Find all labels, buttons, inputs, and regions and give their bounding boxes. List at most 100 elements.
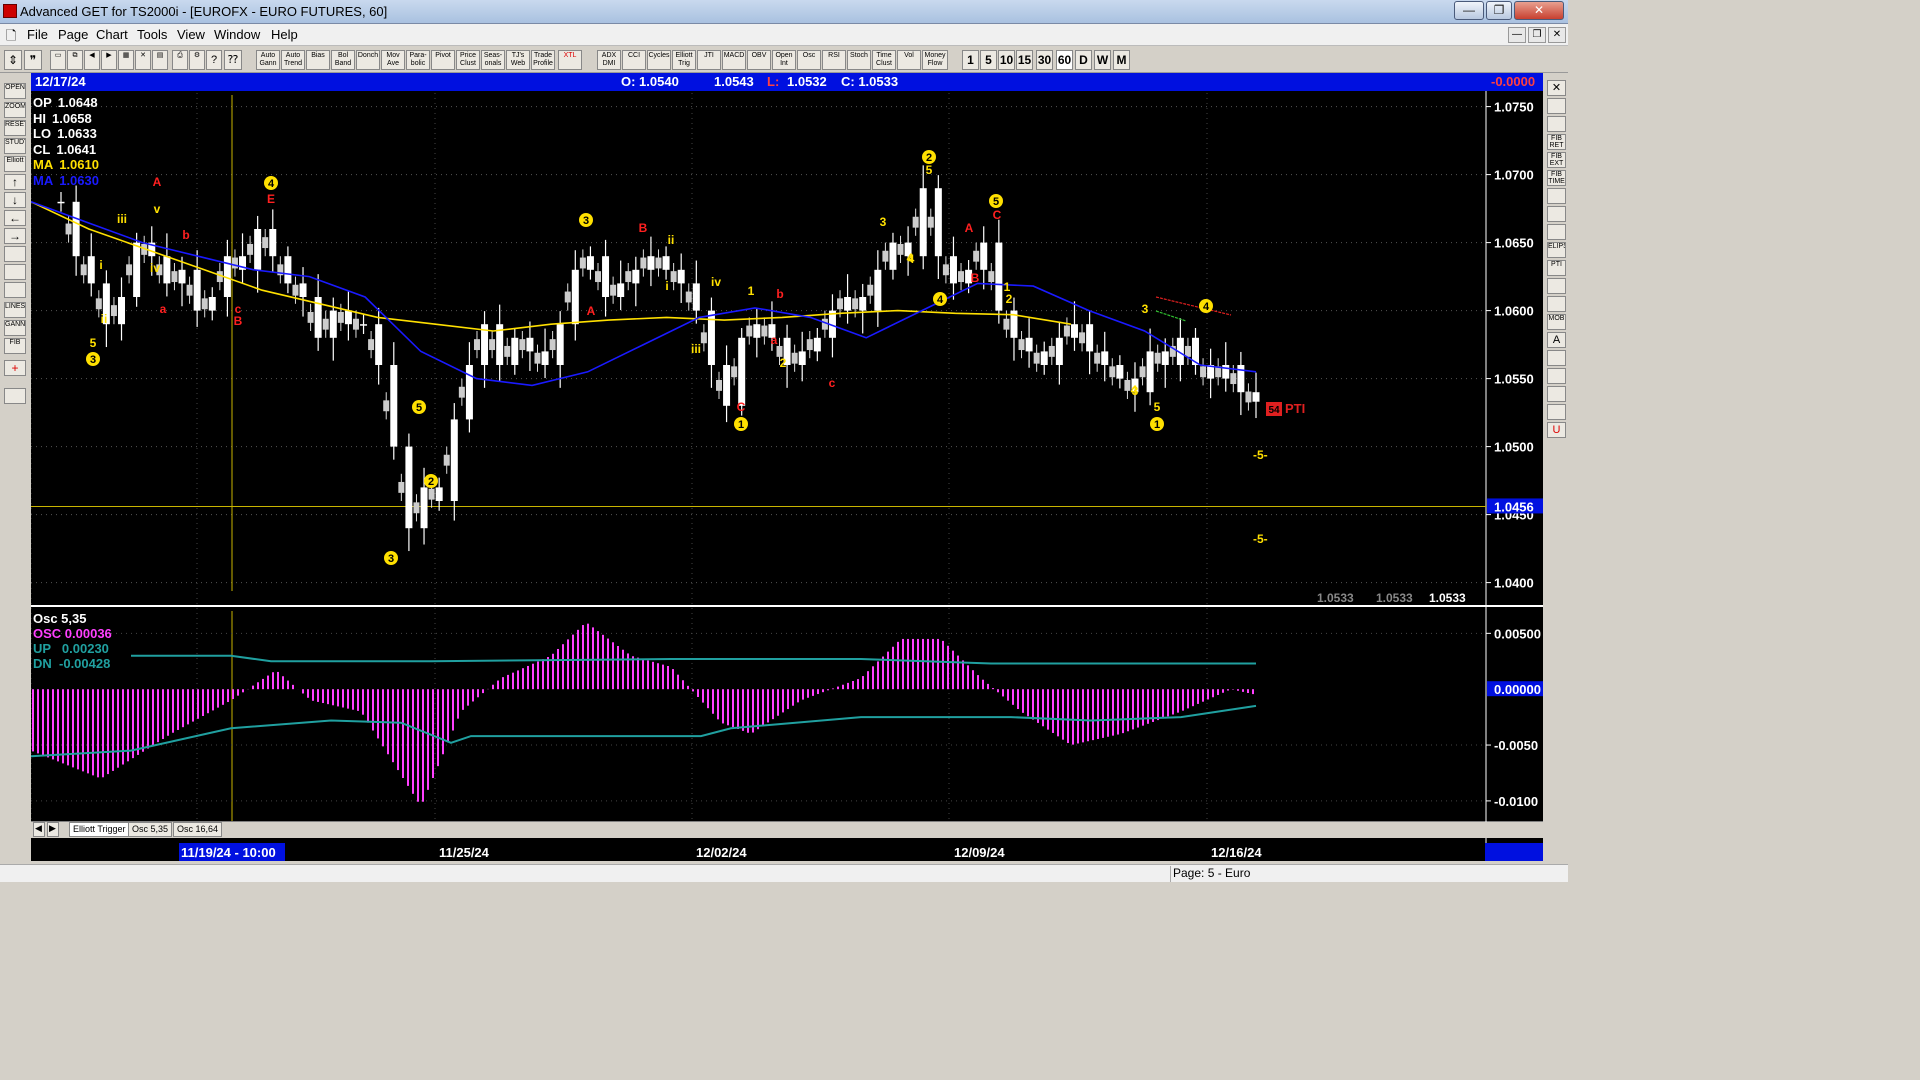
period-button[interactable]: 5 — [980, 50, 997, 70]
toolbar-study-button[interactable]: Para- bolic — [406, 50, 430, 70]
right-tool-button[interactable] — [1547, 278, 1566, 294]
right-tool-button[interactable]: ✕ — [1547, 80, 1566, 96]
toolbar-study-button[interactable]: MACD — [722, 50, 746, 70]
toolbar-study-button[interactable]: Mov Ave — [381, 50, 405, 70]
quote-icon[interactable]: ❞ — [24, 50, 42, 70]
left-tool-button[interactable]: ↑ — [4, 174, 26, 190]
toolbar-study-button[interactable]: JTI — [697, 50, 721, 70]
right-tool-button[interactable]: A — [1547, 332, 1566, 348]
toolbar-study-button[interactable]: Donch — [356, 50, 380, 70]
context-help-icon[interactable]: ⁇ — [224, 50, 242, 70]
menu-page[interactable]: Page — [58, 27, 88, 42]
toolbar-study-button[interactable]: XTL — [558, 50, 582, 70]
left-tool-button[interactable]: OPEN — [4, 83, 26, 99]
right-tool-button[interactable] — [1547, 98, 1566, 114]
period-button[interactable]: 1 — [962, 50, 979, 70]
tab-elliott-trigger[interactable]: Elliott Trigger — [69, 822, 130, 837]
mdi-minimize-button[interactable]: — — [1508, 27, 1526, 43]
period-button[interactable]: W — [1094, 50, 1111, 70]
left-tool-button[interactable]: STUDY — [4, 138, 26, 154]
right-tool-button[interactable]: U — [1547, 422, 1566, 438]
print-icon[interactable]: ⎙ — [172, 50, 188, 70]
right-tool-button[interactable]: FIB EXT — [1547, 152, 1566, 168]
left-tool-button[interactable] — [4, 282, 26, 298]
toolbar-study-button[interactable]: ADX DMI — [597, 50, 621, 70]
right-tool-button[interactable]: PTI — [1547, 260, 1566, 276]
date-scroll-thumb[interactable] — [1485, 843, 1543, 861]
menu-file[interactable]: File — [27, 27, 48, 42]
period-button[interactable]: D — [1075, 50, 1092, 70]
tab-scroll-right-icon[interactable]: ▶ — [47, 822, 59, 837]
menu-tools[interactable]: Tools — [137, 27, 167, 42]
toolbar-study-button[interactable]: OBV — [747, 50, 771, 70]
toolbar-study-button[interactable]: Osc — [797, 50, 821, 70]
period-button[interactable]: M — [1113, 50, 1130, 70]
period-button[interactable]: 60 — [1056, 50, 1073, 70]
left-tool-button[interactable]: FIB — [4, 338, 26, 354]
left-tool-button[interactable]: Elliott — [4, 156, 26, 172]
pointer-icon[interactable]: ⇕ — [4, 50, 22, 70]
toolbar-study-button[interactable]: Trade Profile — [531, 50, 555, 70]
minimize-button[interactable]: — — [1454, 1, 1484, 20]
price-chart[interactable]: 1.0750 1.0700 1.0650 1.0600 1.0550 1.0500 1.04… — [30, 73, 1543, 843]
tab-osc-16-64[interactable]: Osc 16,64 — [173, 822, 223, 837]
toolbar-study-button[interactable]: RSI — [822, 50, 846, 70]
settings-icon[interactable]: ⚙ — [189, 50, 205, 70]
right-tool-button[interactable]: FIB RET — [1547, 134, 1566, 150]
toolbar-study-button[interactable]: Auto Gann — [256, 50, 280, 70]
right-tool-button[interactable]: ELIPS — [1547, 242, 1566, 258]
help-icon[interactable]: ? — [206, 50, 222, 70]
toolbar-study-button[interactable]: Bol Band — [331, 50, 355, 70]
mdi-restore-button[interactable]: ❐ — [1528, 27, 1546, 43]
delete-icon[interactable]: ✕ — [135, 50, 151, 70]
menu-chart[interactable]: Chart — [96, 27, 128, 42]
toolbar-study-button[interactable]: Bias — [306, 50, 330, 70]
right-tool-button[interactable] — [1547, 116, 1566, 132]
left-tool-button[interactable]: ← — [4, 210, 26, 226]
period-button[interactable]: 10 — [998, 50, 1015, 70]
left-tool-button[interactable] — [4, 264, 26, 280]
left-tool-button[interactable]: GANN — [4, 320, 26, 336]
toolbar-study-button[interactable]: Elliott Trig — [672, 50, 696, 70]
left-tool-button[interactable]: ZOOM — [4, 102, 26, 118]
right-tool-button[interactable]: FIB TIME — [1547, 170, 1566, 186]
menu-help[interactable]: Help — [271, 27, 298, 42]
copy-icon[interactable]: ⧉ — [67, 50, 83, 70]
left-tool-button[interactable]: LINES — [4, 302, 26, 318]
layout-icon[interactable]: ▤ — [152, 50, 168, 70]
right-tool-button[interactable] — [1547, 368, 1566, 384]
right-tool-button[interactable] — [1547, 350, 1566, 366]
left-tool-button[interactable]: + — [4, 360, 26, 376]
mdi-close-button[interactable]: ✕ — [1548, 27, 1566, 43]
toolbar-study-button[interactable]: Vol — [897, 50, 921, 70]
scroll-right-icon[interactable]: ▶ — [101, 50, 117, 70]
period-button[interactable]: 30 — [1036, 50, 1053, 70]
left-tool-button[interactable]: RESET — [4, 120, 26, 136]
right-tool-button[interactable] — [1547, 224, 1566, 240]
toolbar-study-button[interactable]: Pivot — [431, 50, 455, 70]
period-button[interactable]: 15 — [1016, 50, 1033, 70]
toolbar-study-button[interactable]: CCI — [622, 50, 646, 70]
toolbar-study-button[interactable]: Price Clust — [456, 50, 480, 70]
right-tool-button[interactable] — [1547, 206, 1566, 222]
toolbar-study-button[interactable]: Seas- onals — [481, 50, 505, 70]
maximize-button[interactable]: ❐ — [1486, 1, 1512, 20]
toolbar-study-button[interactable]: Cycles — [647, 50, 671, 70]
right-tool-button[interactable]: MOB — [1547, 314, 1566, 330]
toolbar-study-button[interactable]: Open Int — [772, 50, 796, 70]
left-tool-button[interactable]: → — [4, 228, 26, 244]
toolbar-study-button[interactable]: Stoch — [847, 50, 871, 70]
left-tool-button[interactable]: ↓ — [4, 192, 26, 208]
toolbar-study-button[interactable]: TJ's Web — [506, 50, 530, 70]
menu-view[interactable]: View — [177, 27, 205, 42]
close-button[interactable]: ✕ — [1514, 1, 1564, 20]
tab-osc-5-35[interactable]: Osc 5,35 — [128, 822, 173, 837]
right-tool-button[interactable] — [1547, 296, 1566, 312]
chart-area[interactable]: 1.0750 1.0700 1.0650 1.0600 1.0550 1.0500 1.04… — [30, 73, 1543, 843]
right-tool-button[interactable] — [1547, 188, 1566, 204]
right-tool-button[interactable] — [1547, 404, 1566, 420]
new-icon[interactable]: ▭ — [50, 50, 66, 70]
toolbar-study-button[interactable]: Time Clust — [872, 50, 896, 70]
toolbar-study-button[interactable]: Money Flow — [922, 50, 948, 70]
grid-icon[interactable]: ▦ — [118, 50, 134, 70]
